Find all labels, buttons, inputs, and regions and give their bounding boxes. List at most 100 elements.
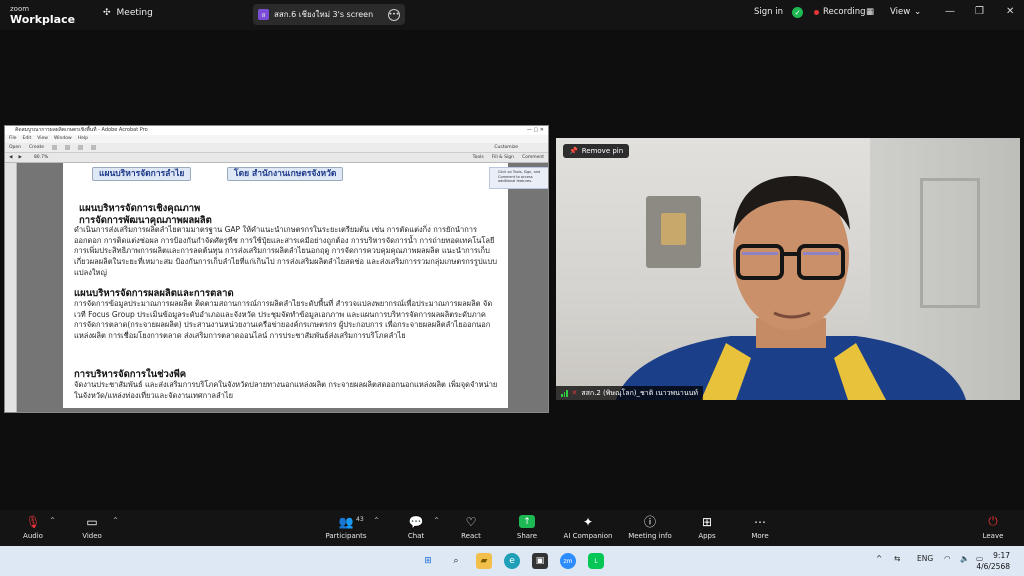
zoom-level[interactable]: 80.7% xyxy=(34,153,48,163)
view-label: View xyxy=(890,7,911,17)
grid-icon[interactable]: ▦ xyxy=(866,7,874,17)
shared-screen[interactable]: คิดสมบูรณาการผลผลิตเกษตรเชิงพื้นที่ - Ad… xyxy=(4,125,549,413)
tools-hint-note[interactable]: Click on Tools, Sign, and Comment to acc… xyxy=(489,167,548,189)
close-icon[interactable]: ✕ xyxy=(1006,6,1014,17)
zoom-window: zoom Workplace ✣ Meeting ส สสก.6 เชียงให… xyxy=(0,0,1024,576)
leave-label: Leave xyxy=(982,532,1004,540)
acrobat-menubar: File Edit View Window Help xyxy=(5,135,548,143)
chat-caret-icon[interactable]: ^ xyxy=(434,517,439,524)
audio-label: Audio xyxy=(23,532,43,540)
meeting-toolbar: 🎙 Audio ^ ▭ Video ^ 👥 Participants 43 ^ … xyxy=(0,510,1024,546)
apps-label: Apps xyxy=(698,532,716,540)
security-shield-icon[interactable]: ✓ xyxy=(792,7,803,18)
line-app-icon[interactable]: L xyxy=(588,553,604,569)
meeting-info-label: Meeting info xyxy=(628,532,672,540)
participant-name: สสก.2 (พิษณุโลก)_ชาติ เนาวพนานนท์ xyxy=(581,388,699,397)
more-button[interactable]: ⋯ More xyxy=(730,513,790,541)
apps-icon: ⊞ xyxy=(701,514,713,529)
document-viewport[interactable]: แผนบริหารจัดการลำไย โดย สำนักงานเกษตรจัง… xyxy=(17,163,548,412)
participants-icon: 👥 xyxy=(338,514,354,529)
share-icon: ↑ xyxy=(497,513,557,530)
minimize-icon[interactable]: — xyxy=(945,6,955,17)
language-indicator[interactable]: ENG xyxy=(917,554,933,563)
acrobat-toolbar-2: ◀ ▶ 80.7% Tools Fill & Sign Comment xyxy=(5,153,548,163)
participants-count: 43 xyxy=(356,516,364,523)
store-icon[interactable]: ▣ xyxy=(532,553,548,569)
participant-video[interactable]: 📌 Remove pin ✕ สสก.2 (พิษณุโลก)_ชาติ เนา… xyxy=(556,138,1020,400)
customize-button[interactable]: Customize xyxy=(494,143,518,153)
windows-start-icon[interactable]: ⊞ xyxy=(420,553,436,569)
sign-in-button[interactable]: Sign in xyxy=(754,7,783,17)
email-icon[interactable] xyxy=(77,145,83,150)
banner-right: โดย สำนักงานเกษตรจังหวัด xyxy=(227,167,344,181)
fill-sign-tab[interactable]: Fill & Sign xyxy=(492,153,514,163)
acrobat-sidebar[interactable] xyxy=(5,163,17,412)
leave-icon: ⏻ xyxy=(988,514,998,528)
sparkle-icon: ✦ xyxy=(582,514,594,529)
volume-icon[interactable]: 🔈 xyxy=(960,554,969,563)
menu-window[interactable]: Window xyxy=(54,135,72,143)
acrobat-title: คิดสมบูรณาการผลผลิตเกษตรเชิงพื้นที่ - Ad… xyxy=(15,127,148,133)
menu-help[interactable]: Help xyxy=(78,135,88,143)
prev-page-icon[interactable]: ◀ xyxy=(9,153,12,163)
tools-tab[interactable]: Tools xyxy=(473,153,484,163)
share-label: Share xyxy=(516,532,538,540)
view-button[interactable]: View ⌄ xyxy=(890,7,921,17)
settings-icon[interactable] xyxy=(90,145,96,150)
meeting-tag: ✣ Meeting xyxy=(103,8,153,18)
network-tray-icon[interactable]: ⇆ xyxy=(894,554,900,563)
logo-line2: Workplace xyxy=(10,13,76,26)
info-icon: ⓘ xyxy=(643,515,656,529)
recording-indicator[interactable]: Recording xyxy=(814,7,866,17)
section-1-body: ดำเนินการส่งเสริมการผลิตลำไยตามมาตรฐาน G… xyxy=(74,225,497,277)
chevron-down-icon: ⌄ xyxy=(914,7,922,17)
share-button[interactable]: ↑ Share xyxy=(497,513,557,540)
tray-chevron-icon[interactable]: ^ xyxy=(876,554,882,563)
more-label: More xyxy=(751,532,769,540)
section-3-body: จัดงานประชาสัมพันธ์ และส่งเสริมการบริโภค… xyxy=(74,380,498,400)
video-caret-icon[interactable]: ^ xyxy=(113,517,118,524)
top-bar: zoom Workplace ✣ Meeting ส สสก.6 เชียงให… xyxy=(0,0,1024,30)
restore-icon[interactable]: ❐ xyxy=(975,6,984,17)
more-icon: ⋯ xyxy=(754,514,766,529)
open-button[interactable]: Open xyxy=(9,143,21,153)
acrobat-window-controls[interactable]: — ▢ ✕ xyxy=(527,126,544,135)
participant-namebar: ✕ สสก.2 (พิษณุโลก)_ชาติ เนาวพนานนท์ xyxy=(556,386,704,400)
chat-label: Chat xyxy=(407,532,425,540)
comment-tab[interactable]: Comment xyxy=(522,153,544,163)
participants-caret-icon[interactable]: ^ xyxy=(374,517,379,524)
zoom-app-icon[interactable]: zm xyxy=(560,553,576,569)
create-button[interactable]: Create xyxy=(29,143,44,153)
taskbar-clock[interactable]: 9:17 4/6/2568 xyxy=(976,550,1010,572)
more-options-icon[interactable]: ••• xyxy=(388,8,400,21)
audio-caret-icon[interactable]: ^ xyxy=(50,517,55,524)
signal-icon xyxy=(561,389,568,397)
share-screen-pill[interactable]: ส สสก.6 เชียงใหม่ 3's screen ••• xyxy=(253,4,405,25)
print-icon[interactable] xyxy=(64,145,70,150)
react-button[interactable]: ♡ React xyxy=(441,513,501,541)
heart-icon: ♡ xyxy=(465,514,477,529)
ai-companion-button[interactable]: ✦ AI Companion xyxy=(558,513,618,541)
file-explorer-icon[interactable]: ▰ xyxy=(476,553,492,569)
search-icon[interactable]: ⌕ xyxy=(448,553,464,569)
sharer-avatar: ส xyxy=(258,9,269,20)
recording-label: Recording xyxy=(823,7,866,17)
participant-figure xyxy=(616,176,966,400)
meeting-label: Meeting xyxy=(116,8,153,18)
windows-taskbar: ⊞ ⌕ ▰ e ▣ zm L ^ ⇆ ENG ◠ 🔈 ▭ 9:17 4/6/25… xyxy=(0,546,1024,576)
banner-left: แผนบริหารจัดการลำไย xyxy=(92,167,192,181)
meeting-info-button[interactable]: ⓘ Meeting info xyxy=(620,513,680,540)
pin-icon: 📌 xyxy=(569,147,578,155)
leave-button[interactable]: ⏻ Leave xyxy=(963,513,1023,540)
remove-pin-button[interactable]: 📌 Remove pin xyxy=(563,144,630,158)
save-icon[interactable] xyxy=(51,145,57,150)
meeting-icon: ✣ xyxy=(103,8,111,18)
wifi-icon[interactable]: ◠ xyxy=(944,554,951,563)
acrobat-titlebar: คิดสมบูรณาการผลผลิตเกษตรเชิงพื้นที่ - Ad… xyxy=(5,126,548,135)
next-page-icon[interactable]: ▶ xyxy=(18,153,21,163)
video-label: Video xyxy=(82,532,102,540)
edge-icon[interactable]: e xyxy=(504,553,520,569)
participants-button[interactable]: 👥 Participants xyxy=(316,513,376,541)
zoom-logo: zoom Workplace xyxy=(10,4,75,25)
apps-button[interactable]: ⊞ Apps xyxy=(677,513,737,541)
